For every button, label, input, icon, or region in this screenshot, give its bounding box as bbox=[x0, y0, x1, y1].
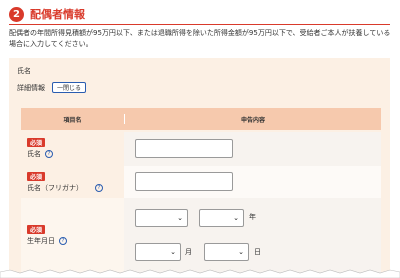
table-row-birthdate: 必須 生年月日 ? ⌄ ⌄ 年 ⌄ 月 ⌄ 日 bbox=[21, 198, 381, 278]
name-kana-input[interactable] bbox=[135, 172, 233, 191]
spouse-name-label: 氏名 bbox=[17, 67, 31, 75]
table-header: 項目名 申告内容 bbox=[21, 108, 381, 130]
close-details-button[interactable]: 一閉じる bbox=[52, 82, 86, 93]
help-icon[interactable]: ? bbox=[59, 237, 67, 245]
day-unit: 日 bbox=[254, 248, 261, 256]
section-header: 2 配偶者情報 bbox=[9, 6, 85, 22]
table-row-name-kana: 必須 氏名（フリガナ） ? bbox=[21, 166, 381, 198]
spouse-info-panel: 氏名 詳細情報 一閉じる 項目名 申告内容 必須 氏名 ? 必須 氏名（フリガナ… bbox=[9, 58, 390, 278]
row-label-cell: 必須 生年月日 ? bbox=[21, 198, 124, 278]
month-select[interactable]: ⌄ bbox=[135, 243, 181, 261]
year-unit: 年 bbox=[249, 213, 256, 221]
column-header-item: 項目名 bbox=[63, 116, 82, 124]
help-icon[interactable]: ? bbox=[45, 150, 53, 158]
chevron-down-icon: ⌄ bbox=[170, 248, 176, 256]
row-input-cell bbox=[124, 166, 381, 198]
required-badge: 必須 bbox=[27, 138, 45, 147]
era-select[interactable]: ⌄ bbox=[135, 209, 188, 227]
chevron-down-icon: ⌄ bbox=[238, 248, 244, 256]
step-number-badge: 2 bbox=[9, 6, 24, 22]
row-label: 氏名 ? bbox=[27, 149, 53, 159]
month-unit: 月 bbox=[185, 248, 192, 256]
chevron-down-icon: ⌄ bbox=[233, 214, 239, 222]
torn-edge bbox=[0, 269, 400, 278]
name-input[interactable] bbox=[135, 139, 233, 158]
row-label: 氏名（フリガナ） ? bbox=[27, 183, 103, 193]
row-label-cell: 必須 氏名 ? bbox=[21, 132, 124, 166]
column-header-content: 申告内容 bbox=[240, 116, 265, 124]
title-divider bbox=[9, 24, 390, 25]
detail-info-label: 詳細情報 bbox=[17, 84, 45, 92]
help-icon[interactable]: ? bbox=[95, 184, 103, 192]
row-label-text: 氏名（フリガナ） bbox=[27, 184, 83, 192]
row-input-cell: ⌄ ⌄ 年 ⌄ 月 ⌄ 日 bbox=[124, 198, 381, 278]
row-input-cell bbox=[124, 132, 381, 166]
year-select[interactable]: ⌄ bbox=[199, 209, 244, 227]
required-badge: 必須 bbox=[27, 225, 45, 234]
day-select[interactable]: ⌄ bbox=[204, 243, 249, 261]
table-row-name: 必須 氏名 ? bbox=[21, 132, 381, 166]
row-label: 生年月日 ? bbox=[27, 236, 67, 246]
required-badge: 必須 bbox=[27, 172, 45, 181]
row-label-text: 生年月日 bbox=[27, 237, 55, 245]
row-label-text: 氏名 bbox=[27, 150, 41, 158]
chevron-down-icon: ⌄ bbox=[177, 214, 183, 222]
section-title: 配偶者情報 bbox=[30, 8, 85, 21]
section-description: 配偶者の年間所得見積額が95万円以下、または退職所得を除いた所得金額が95万円以… bbox=[9, 29, 391, 48]
row-label-cell: 必須 氏名（フリガナ） ? bbox=[21, 166, 124, 198]
